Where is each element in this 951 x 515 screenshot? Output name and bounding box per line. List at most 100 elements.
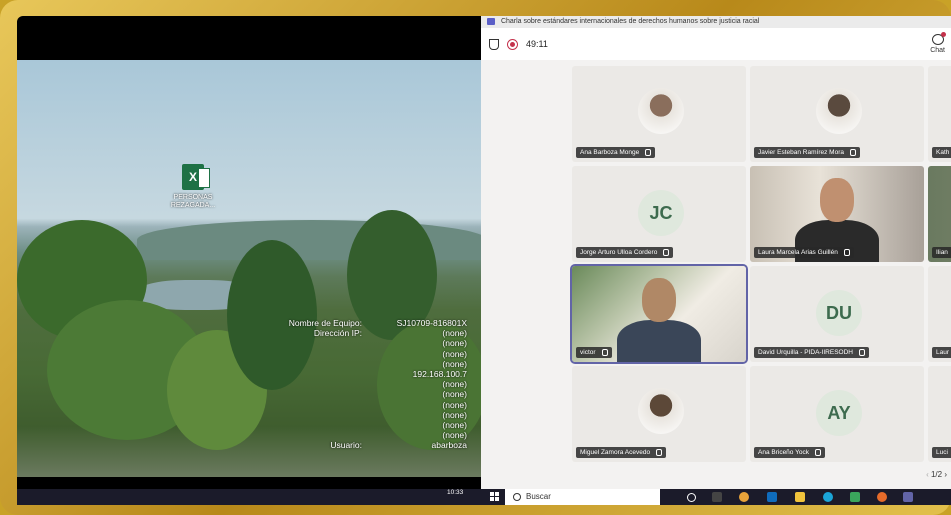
taskbar: 10:33 Buscar [17,489,951,505]
participant-name: Laura Marcela Arias Guillén [758,249,838,256]
meeting-timer: 49:11 [526,39,548,49]
prev-page-icon[interactable]: ‹ [926,470,929,479]
taskbar-clock: 10:33 [447,489,464,496]
bginfo-row: (none) [267,420,467,430]
bginfo-key [267,349,362,359]
bginfo-key: Nombre de Equipo: [288,318,362,328]
title-bar: Charla sobre estándares internacionales … [481,16,951,28]
mic-muted-icon [656,448,663,456]
desktop-wallpaper: X PERSONAS REZAGADA... Nombre de Equipo:… [17,60,481,477]
bginfo-row: (none) [267,430,467,440]
app-icon[interactable] [850,492,860,502]
participant-tile[interactable]: Kath [928,66,951,162]
participant-name: Luci [936,449,948,456]
participant-initials: AY [816,390,862,436]
bginfo-value: (none) [442,348,467,359]
participant-name-tag: Laur [932,346,951,358]
pager[interactable]: ‹ 1/2 › [926,470,947,479]
participant-grid: Ana Barboza Monge Javier Esteban Ramírez … [570,66,951,466]
screen: X PERSONAS REZAGADA... Nombre de Equipo:… [17,16,951,489]
file-explorer-icon[interactable] [795,492,805,502]
task-view-icon[interactable] [712,492,722,502]
participant-tile[interactable]: Ana Barboza Monge [572,66,746,162]
bginfo-key [267,420,362,430]
chat-icon [931,32,946,45]
bginfo-row: (none) [267,389,467,399]
excel-file-icon[interactable]: X PERSONAS REZAGADA... [163,164,223,210]
bginfo-key [267,410,362,420]
bginfo-key: Usuario: [330,440,362,451]
recording-icon [507,38,518,50]
participant-name-tag: victor [576,346,612,358]
bginfo-value: (none) [442,420,467,431]
cortana-icon[interactable] [687,493,696,502]
bginfo-key [267,430,362,440]
participant-name: Kath [936,149,950,156]
bginfo-overlay: Nombre de Equipo: SJ10709-816801X Direcció… [267,318,467,451]
bginfo-value: 192.168.100.7 [412,369,467,380]
bginfo-value: SJ10709-816801X [396,318,467,328]
bginfo-key [267,369,362,379]
bginfo-value: abarboza [431,440,467,451]
bginfo-row: Dirección IP: (none) [267,328,467,338]
chrome-icon[interactable] [739,492,749,502]
windows-start-icon[interactable] [490,492,499,501]
chat-label: Chat [930,47,945,54]
bginfo-key [267,338,362,348]
participant-head [820,178,854,222]
teams-taskbar-icon[interactable] [903,492,913,502]
firefox-icon[interactable] [877,492,887,502]
participant-name: Miguel Zamora Acevedo [580,449,651,456]
bginfo-value: (none) [442,399,467,410]
shield-icon[interactable] [489,38,499,50]
outlook-icon[interactable] [767,492,777,502]
participant-name-tag: David Urquilla - PIDA-IIRESODH [754,346,869,358]
bginfo-key: Dirección IP: [313,328,362,339]
participant-head [642,278,676,322]
bginfo-key [267,379,362,389]
participant-name-tag: Kath [932,146,951,158]
edge-icon[interactable] [823,492,833,502]
meeting-bar: 49:11 Chat [481,28,951,60]
participant-initials: JC [638,190,684,236]
taskbar-search[interactable]: Buscar [505,489,660,505]
teams-icon [487,17,495,25]
participant-tile[interactable]: Ilian [928,166,951,262]
participant-name: Jorge Arturo Ulloa Cordero [580,249,658,256]
chat-button[interactable]: Chat [930,32,946,54]
search-icon [513,492,521,501]
next-page-icon[interactable]: › [944,470,947,479]
bginfo-row: (none) [267,410,467,420]
participant-avatar [638,388,684,434]
participant-tile[interactable]: AY Ana Briceño Yock [750,366,924,462]
bginfo-value: (none) [442,409,467,420]
bginfo-key [267,359,362,369]
participant-name-tag: Miguel Zamora Acevedo [576,446,667,458]
participant-tile[interactable]: Laur [928,266,951,362]
participant-name-tag: Luci [932,446,951,458]
participant-name-tag: Ana Briceño Yock [754,446,825,458]
participant-name-tag: Laura Marcela Arias Guillén [754,246,854,258]
participant-tile[interactable]: JC Jorge Arturo Ulloa Cordero [572,166,746,262]
participant-tile[interactable]: victor [570,264,748,364]
bginfo-row: (none) [267,379,467,389]
mic-muted-icon [843,248,850,256]
bginfo-value: (none) [442,389,467,400]
bginfo-row: (none) [267,338,467,348]
participant-name: Ana Briceño Yock [758,449,809,456]
bginfo-value: (none) [442,430,467,441]
participant-avatar [816,88,862,134]
participant-tile[interactable]: Miguel Zamora Acevedo [572,366,746,462]
mic-muted-icon [859,348,865,356]
participant-avatar [638,88,684,134]
participant-name: Ana Barboza Monge [580,149,640,156]
participant-tile[interactable]: Javier Esteban Ramírez Mora [750,66,924,162]
participant-tile[interactable]: Luci [928,366,951,462]
participant-name: Laur [936,349,950,356]
participant-tile[interactable]: Laura Marcela Arias Guillén [750,166,924,262]
bginfo-value: (none) [442,328,467,339]
mic-muted-icon [601,348,608,356]
participant-name-tag: Jorge Arturo Ulloa Cordero [576,246,674,258]
bginfo-row: Usuario: abarboza [267,440,467,450]
participant-tile[interactable]: DU David Urquilla - PIDA-IIRESODH [750,266,924,362]
